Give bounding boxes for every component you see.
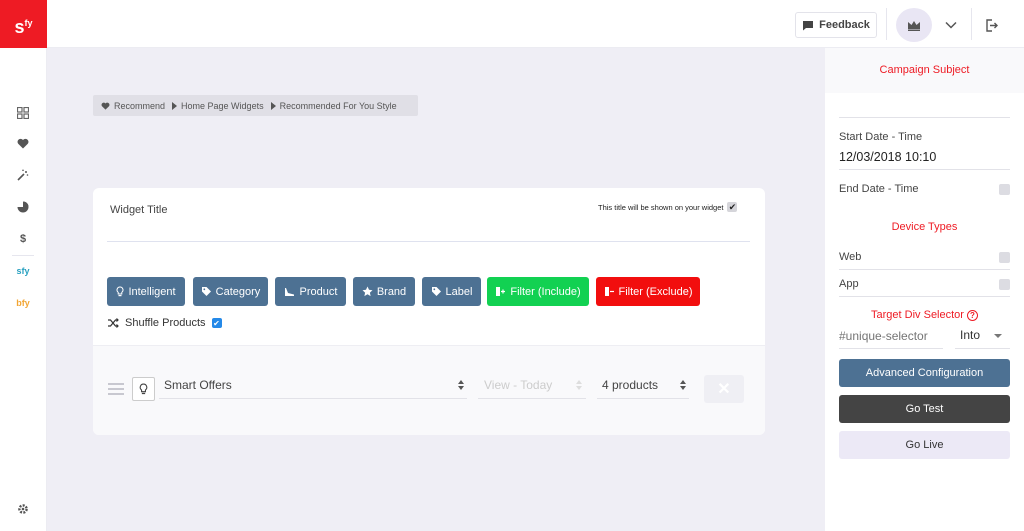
product-count-arrows-icon [680,380,686,390]
top-bar: sfy Feedback [0,0,1024,48]
go-live-button[interactable]: Go Live [839,431,1010,459]
view-select[interactable]: View - Today [484,378,552,392]
help-icon[interactable]: ? [966,309,978,321]
gear-icon[interactable] [14,500,32,518]
logout-button[interactable] [982,16,1000,34]
shuffle-products-row: Shuffle Products ✔ [107,317,222,329]
target-selector-input[interactable] [839,325,941,347]
speech-bubble-icon [803,20,814,30]
caret-right-icon [172,101,178,110]
campaign-panel: Campaign Subject Start Date - Time 12/03… [825,48,1024,531]
algorithm-select-underline [159,398,467,399]
crown-icon [908,20,920,31]
breadcrumb-item-home-page-widgets[interactable]: Home Page Widgets [169,101,264,111]
bfy-brand-icon[interactable]: bfy [14,294,32,312]
shoe-icon [284,287,294,296]
app-label: App [839,278,859,290]
widget-title-hint: This title will be shown on your widget … [598,201,738,212]
category-button[interactable]: Category [193,277,268,306]
filter-add-icon [496,287,506,296]
dollar-icon[interactable]: $ [14,230,32,248]
feedback-button[interactable]: Feedback [795,12,877,38]
app-checkbox[interactable] [999,279,1010,290]
product-button[interactable]: Product [275,277,346,306]
caret-down-icon [994,334,1002,338]
sfy-brand-icon[interactable]: sfy [14,262,32,280]
heart-icon[interactable] [14,134,32,152]
shuffle-icon [108,318,119,328]
end-date-label: End Date - Time [839,183,919,195]
campaign-subject-header: Campaign Subject [825,48,1024,93]
campaign-subject-input-underline[interactable] [839,117,1010,118]
magic-wand-icon[interactable] [14,166,32,184]
logout-icon [985,18,998,32]
label-button[interactable]: Label [422,277,481,306]
grid-icon[interactable] [14,104,32,122]
tag-icon [431,287,441,296]
intelligent-button[interactable]: Intelligent [107,277,185,306]
brand-button[interactable]: Brand [353,277,415,306]
chevron-down-icon [945,21,957,29]
device-types-heading: Device Types [891,221,958,233]
sidebar: $ sfy bfy [0,48,47,531]
end-date-checkbox[interactable] [999,184,1010,195]
drag-handle[interactable] [108,383,124,395]
divider [839,269,1010,270]
close-icon: ✕ [717,381,731,398]
start-date-label: Start Date - Time [839,131,923,143]
insert-mode-underline [955,348,1010,349]
algorithm-select-arrows-icon [458,380,464,390]
user-avatar-crown-button[interactable] [896,8,932,42]
shuffle-products-checkbox[interactable]: ✔ [211,318,222,328]
user-menu-chevron[interactable] [942,16,960,34]
pie-chart-icon[interactable] [14,198,32,216]
widget-title-input-underline[interactable] [107,241,750,242]
product-count-underline [597,398,689,399]
widget-card: Widget Title This title will be shown on… [93,188,765,435]
breadcrumb-item-current: Recommended For You Style [268,101,397,111]
caret-right-icon [270,101,276,110]
view-select-arrows-icon [576,380,582,390]
divider [839,296,1010,297]
algorithm-type-button[interactable] [132,377,155,401]
delete-row-button[interactable]: ✕ [704,375,744,403]
divider [886,8,887,40]
bulb-icon [139,383,148,395]
breadcrumb: Recommend Home Page Widgets Recommended … [93,95,418,116]
selector-underline [839,348,943,349]
target-div-selector-heading: Target Div Selector? [825,309,1024,321]
advanced-configuration-button[interactable]: Advanced Configuration [839,359,1010,387]
show-title-checkbox[interactable]: ✔ [727,202,738,212]
insert-mode-select[interactable]: Into [960,328,980,342]
bulb-icon [116,286,124,297]
star-icon [362,286,373,297]
heart-icon [101,102,110,110]
filter-remove-icon [604,287,614,296]
start-date-input[interactable]: 12/03/2018 10:10 [839,150,936,164]
logo[interactable]: sfy [0,0,47,48]
breadcrumb-item-recommend[interactable]: Recommend [101,101,165,111]
go-test-button[interactable]: Go Test [839,395,1010,423]
web-checkbox[interactable] [999,252,1010,263]
web-label: Web [839,251,862,263]
product-count-select[interactable]: 4 products [602,378,658,392]
filter-exclude-button[interactable]: Filter (Exclude) [596,277,700,306]
tag-icon [201,287,211,296]
view-select-underline [478,398,586,399]
widget-title-label: Widget Title [110,204,168,216]
start-date-underline [839,169,1010,170]
divider [971,8,972,40]
divider [12,255,34,256]
filter-include-button[interactable]: Filter (Include) [487,277,589,306]
algorithm-select[interactable]: Smart Offers [164,378,232,392]
